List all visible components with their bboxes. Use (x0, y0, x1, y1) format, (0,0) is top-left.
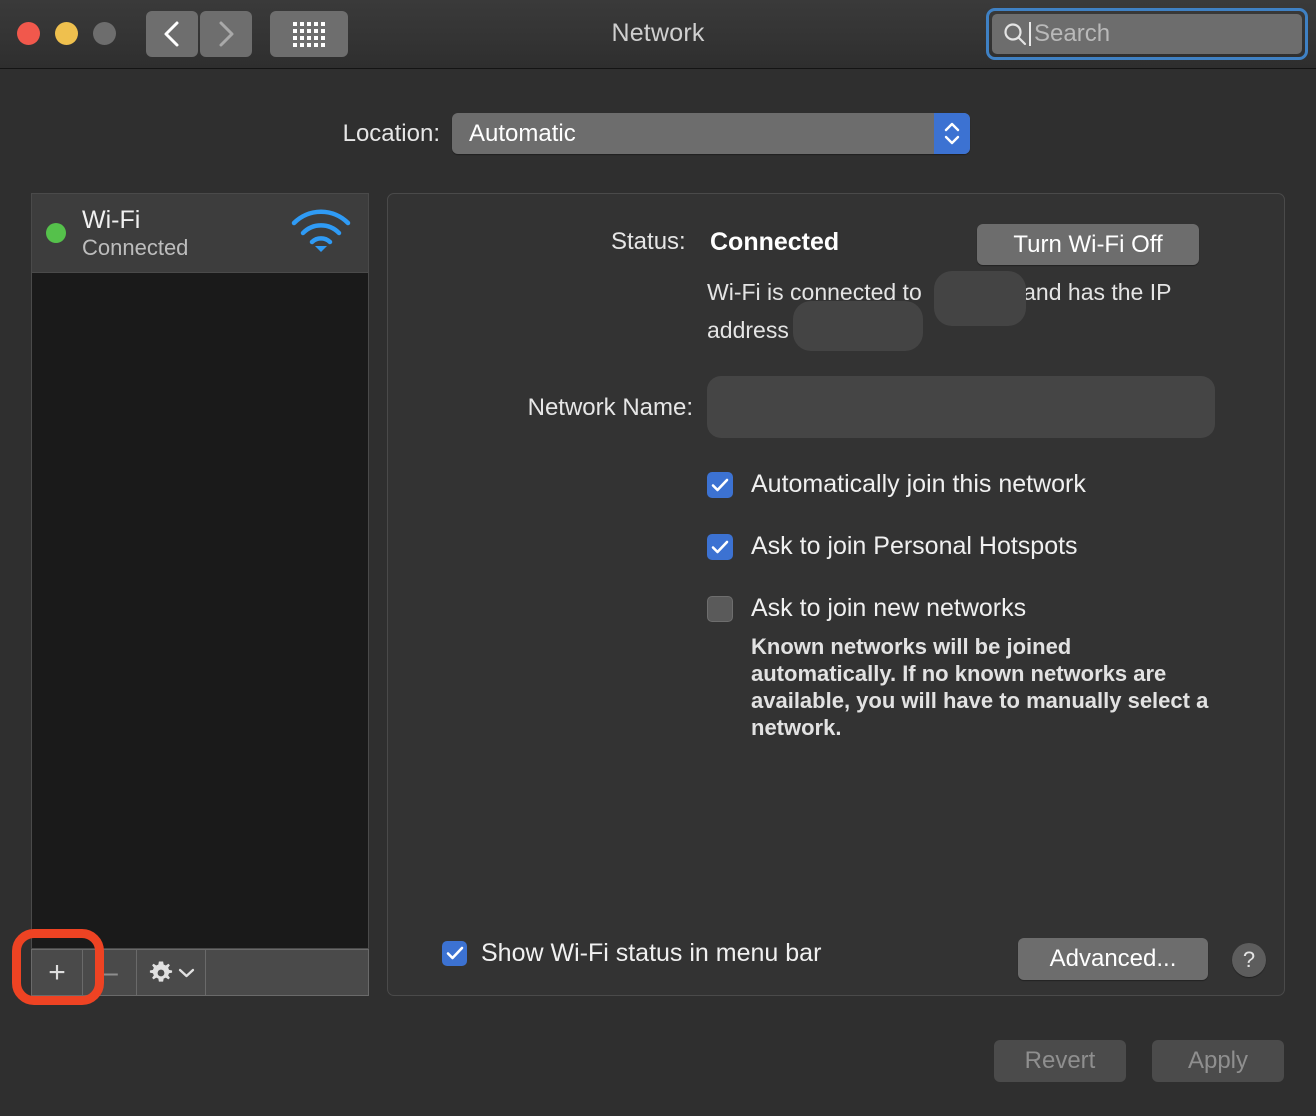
redacted-ip-address (793, 301, 923, 351)
service-actions-menu-button[interactable] (137, 950, 206, 995)
status-description-part3: address (707, 317, 789, 343)
status-indicator-dot (46, 223, 66, 243)
checkbox-show-wifi-status[interactable] (442, 941, 467, 966)
checkbox-show-wifi-status-label: Show Wi-Fi status in menu bar (481, 938, 821, 968)
apply-button[interactable]: Apply (1152, 1040, 1284, 1082)
location-popup-button[interactable]: Automatic (452, 113, 970, 154)
chevron-down-icon (943, 135, 961, 145)
search-icon (1002, 21, 1028, 47)
window-titlebar: Network Search (0, 0, 1316, 69)
checkbox-new-networks-row[interactable]: Ask to join new networks (707, 593, 1247, 623)
advanced-button[interactable]: Advanced... (1018, 938, 1208, 980)
remove-service-button[interactable]: – (83, 950, 137, 995)
checkbox-auto-join[interactable] (707, 472, 733, 498)
service-status: Connected (82, 234, 290, 261)
text-cursor (1029, 22, 1031, 46)
chevron-up-icon (943, 122, 961, 132)
service-list-toolbar: + – (31, 949, 369, 996)
location-row: Location: Automatic (0, 113, 1316, 154)
checkmark-icon (711, 478, 729, 492)
wifi-options-group: Automatically join this network Ask to j… (707, 469, 1247, 741)
checkbox-auto-join-label: Automatically join this network (751, 469, 1086, 499)
checkbox-ask-join-hotspots[interactable] (707, 534, 733, 560)
checkbox-show-status-row[interactable]: Show Wi-Fi status in menu bar (442, 938, 821, 968)
list-item[interactable]: Wi-Fi Connected (32, 194, 368, 273)
toolbar-spacer (206, 950, 368, 995)
gear-icon (148, 960, 174, 986)
wifi-icon (290, 208, 352, 259)
location-selected-value: Automatic (452, 120, 576, 148)
add-service-button[interactable]: + (32, 950, 83, 995)
redacted-network-name (934, 271, 1026, 326)
service-name: Wi-Fi (82, 206, 290, 234)
checkbox-ask-join-new-networks[interactable] (707, 596, 733, 622)
chevron-down-icon (178, 967, 195, 978)
checkbox-ask-join-new-networks-label: Ask to join new networks (751, 593, 1026, 623)
add-service-label: + (48, 958, 66, 988)
turn-wifi-off-button[interactable]: Turn Wi-Fi Off (977, 224, 1199, 265)
status-value: Connected (710, 228, 839, 257)
checkbox-hotspots-row[interactable]: Ask to join Personal Hotspots (707, 531, 1247, 561)
panel-bottom-row: Show Wi-Fi status in menu bar Advanced..… (387, 930, 1285, 990)
search-placeholder: Search (1034, 20, 1110, 48)
network-name-label: Network Name: (528, 394, 693, 422)
checkbox-auto-join-row[interactable]: Automatically join this network (707, 469, 1247, 499)
service-list[interactable]: Wi-Fi Connected (31, 193, 369, 949)
search-field-focus-ring: Search (986, 8, 1308, 60)
footer-buttons: Revert Apply (0, 1040, 1316, 1082)
location-label: Location: (0, 120, 452, 148)
help-button[interactable]: ? (1232, 943, 1266, 977)
remove-service-label: – (101, 958, 118, 988)
checkbox-ask-join-hotspots-label: Ask to join Personal Hotspots (751, 531, 1078, 561)
location-stepper[interactable] (934, 113, 970, 154)
network-name-popup[interactable] (707, 376, 1215, 438)
revert-button[interactable]: Revert (994, 1040, 1126, 1082)
wifi-options-help-text: Known networks will be joined automatica… (751, 633, 1211, 741)
search-input[interactable]: Search (992, 14, 1302, 54)
checkmark-icon (711, 540, 729, 554)
checkmark-icon (446, 946, 464, 960)
status-description-part2: and has the IP (1023, 279, 1171, 305)
